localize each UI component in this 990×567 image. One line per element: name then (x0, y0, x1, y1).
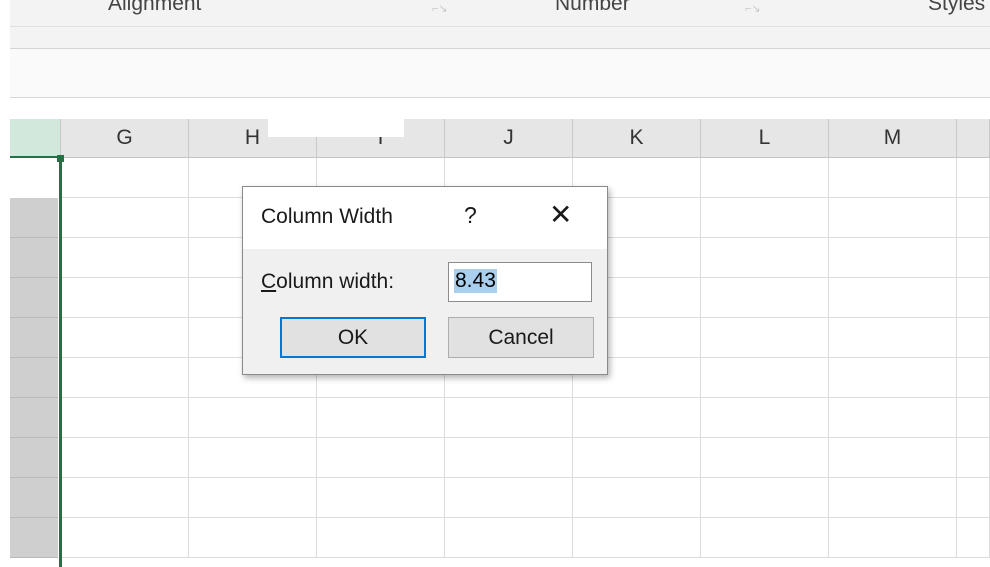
grid-cell[interactable] (829, 238, 957, 278)
grid-cell[interactable] (61, 398, 189, 438)
cancel-button[interactable]: Cancel (448, 317, 594, 358)
grid-cell[interactable] (61, 518, 189, 558)
grid-cell[interactable] (701, 278, 829, 318)
grid-cell[interactable] (61, 438, 189, 478)
row-header[interactable] (10, 238, 58, 278)
grid-cell[interactable] (701, 238, 829, 278)
grid-cell[interactable] (573, 438, 701, 478)
row-header[interactable] (10, 438, 58, 478)
grid-cell[interactable] (829, 398, 957, 438)
grid-cell[interactable] (61, 358, 189, 398)
grid-cell[interactable] (573, 478, 701, 518)
column-width-label: Column width: (261, 270, 394, 294)
grid-cell[interactable] (189, 438, 317, 478)
grid-cell[interactable] (701, 358, 829, 398)
grid-cell[interactable] (829, 278, 957, 318)
column-header-n[interactable] (957, 119, 990, 158)
grid-cell[interactable] (445, 398, 573, 438)
help-icon[interactable]: ? (464, 202, 477, 229)
grid-cell[interactable] (61, 318, 189, 358)
grid-cell[interactable] (701, 318, 829, 358)
column-header-k[interactable]: K (573, 119, 701, 158)
grid-cell[interactable] (61, 278, 189, 318)
grid-cell[interactable] (445, 518, 573, 558)
grid-cell[interactable] (701, 478, 829, 518)
grid-cell[interactable] (317, 478, 445, 518)
label-accelerator: C (261, 270, 277, 293)
grid-cell[interactable] (957, 198, 990, 238)
grid-cell[interactable] (317, 518, 445, 558)
grid-cell[interactable] (829, 358, 957, 398)
grid-cell[interactable] (61, 198, 189, 238)
grid-cell[interactable] (829, 318, 957, 358)
grid-cell[interactable] (701, 398, 829, 438)
column-header-l[interactable]: L (701, 119, 829, 158)
grid-cell[interactable] (957, 318, 990, 358)
fill-handle[interactable] (57, 155, 64, 162)
grid-cell[interactable] (701, 518, 829, 558)
grid-cell[interactable] (317, 398, 445, 438)
row-header[interactable] (10, 358, 58, 398)
grid-cell[interactable] (701, 158, 829, 198)
label-text: olumn width: (276, 270, 395, 293)
grid-cell[interactable] (317, 438, 445, 478)
column-width-value: 8.43 (454, 269, 497, 293)
close-icon[interactable]: ✕ (549, 201, 572, 229)
grid-cell[interactable] (957, 438, 990, 478)
grid-cell[interactable] (189, 398, 317, 438)
grid-cell[interactable] (957, 238, 990, 278)
grid-cell[interactable] (61, 238, 189, 278)
ok-button[interactable]: OK (280, 317, 426, 358)
grid-cell[interactable] (573, 398, 701, 438)
grid-cell[interactable] (957, 398, 990, 438)
grid-cell[interactable] (701, 438, 829, 478)
column-header-selected[interactable] (10, 119, 61, 158)
grid-cell[interactable] (829, 518, 957, 558)
column-header-j[interactable]: J (445, 119, 573, 158)
column-header-m[interactable]: M (829, 119, 957, 158)
row-header[interactable] (10, 198, 58, 238)
dialog-title: Column Width (261, 205, 393, 228)
dialog-titlebar[interactable]: Column Width ? ✕ (243, 187, 607, 249)
column-width-dialog: Column Width ? ✕ Column width: 8.43 OK C… (242, 186, 608, 375)
grid-cell[interactable] (573, 518, 701, 558)
grid-cell[interactable] (957, 278, 990, 318)
grid-cell[interactable] (445, 478, 573, 518)
grid-cell[interactable] (445, 438, 573, 478)
grid-cell[interactable] (61, 158, 189, 198)
selection-border (59, 158, 62, 567)
grid-cell[interactable] (829, 158, 957, 198)
grid-cell[interactable] (957, 158, 990, 198)
column-header-g[interactable]: G (61, 119, 189, 158)
row-header[interactable] (10, 318, 58, 358)
overlay-patch (268, 99, 404, 137)
grid-cell[interactable] (61, 478, 189, 518)
row-header[interactable] (10, 478, 58, 518)
row-header[interactable] (10, 278, 58, 318)
grid-cell[interactable] (829, 198, 957, 238)
grid-cell[interactable] (957, 358, 990, 398)
row-header[interactable] (10, 398, 58, 438)
grid-cell[interactable] (957, 518, 990, 558)
grid-cell[interactable] (189, 478, 317, 518)
grid-cell[interactable] (829, 478, 957, 518)
column-width-input[interactable]: 8.43 (448, 262, 592, 302)
grid-cell[interactable] (829, 438, 957, 478)
grid-cell[interactable] (701, 198, 829, 238)
grid-cell[interactable] (957, 478, 990, 518)
row-header[interactable] (10, 518, 58, 558)
grid-cell[interactable] (189, 518, 317, 558)
